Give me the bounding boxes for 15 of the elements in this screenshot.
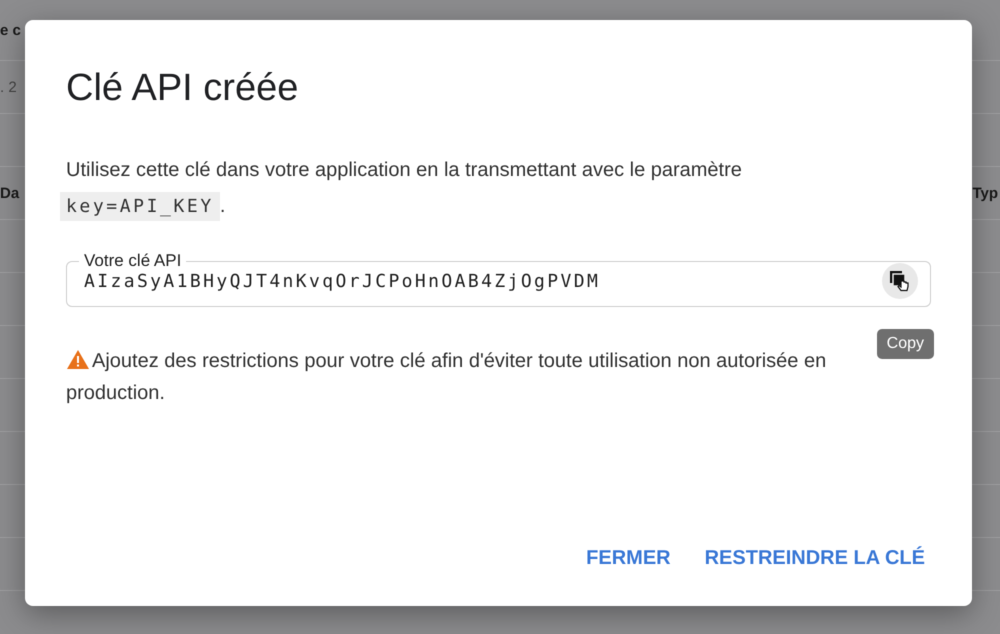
table-cell: . 2 [0,78,17,96]
api-key-value: AIzaSyA1BHyQJT4nKvqOrJCPoHnOAB4ZjOgPVDM [84,270,602,292]
restrict-key-button[interactable]: RESTREINDRE LA CLÉ [698,541,931,576]
column-header: e c [0,22,21,38]
copy-icon [889,270,911,292]
column-header: Da [0,184,20,202]
column-header: Typ [972,184,998,202]
copy-button[interactable] [882,263,918,299]
field-label: Votre clé API [83,251,182,271]
warning-icon [66,349,90,370]
close-button[interactable]: FERMER [580,541,677,576]
dialog-title: Clé API créée [66,66,300,111]
tooltip: Copy [876,329,934,359]
period-text: . [220,195,226,217]
parameter-code: key=API_KEY [60,192,220,221]
